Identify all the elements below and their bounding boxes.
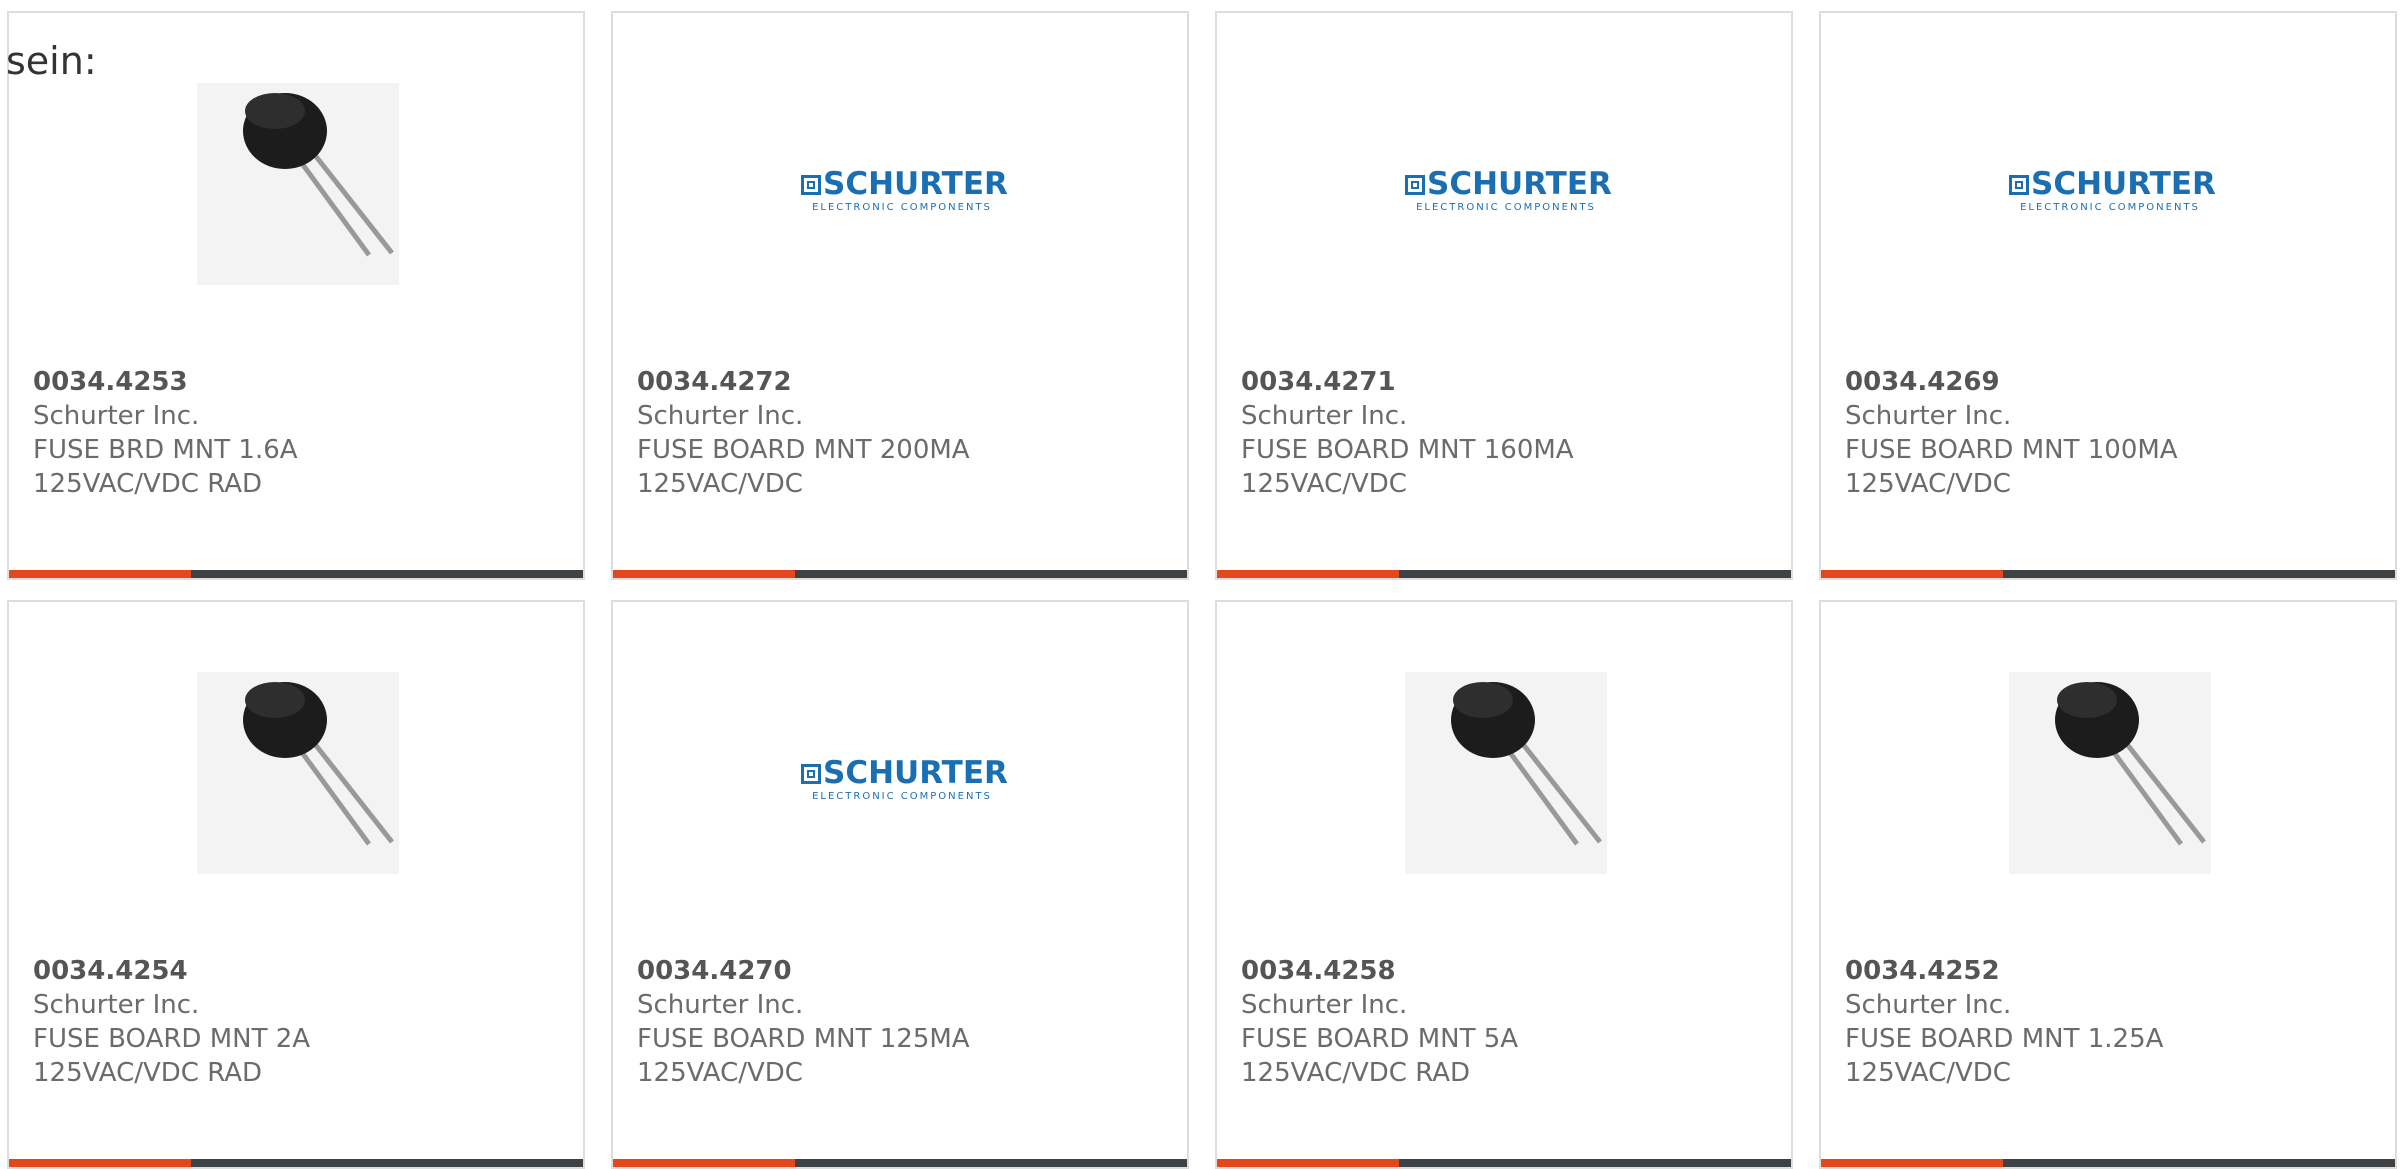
logo-tagline: ELECTRONIC COMPONENTS xyxy=(812,202,992,213)
card-accent xyxy=(1217,1159,1399,1167)
part-number-link[interactable]: 0034.4271 xyxy=(1241,365,1767,399)
card-bottom-bar xyxy=(9,570,583,578)
card-bottom-bar xyxy=(1821,1159,2395,1167)
product-info: 0034.4254 Schurter Inc. FUSE BOARD MNT 2… xyxy=(33,954,559,1090)
product-card[interactable]: 0034.4252 Schurter Inc. FUSE BOARD MNT 1… xyxy=(1819,600,2397,1169)
part-number-link[interactable]: 0034.4269 xyxy=(1845,365,2371,399)
manufacturer: Schurter Inc. xyxy=(1241,990,1408,1020)
schurter-logo: SCHURTER ELECTRONIC COMPONENTS xyxy=(2009,95,2216,213)
description-line-1: FUSE BRD MNT 1.6A xyxy=(33,435,298,465)
description-line-1: FUSE BOARD MNT 100MA xyxy=(1845,435,2178,465)
product-card[interactable]: 0034.4254 Schurter Inc. FUSE BOARD MNT 2… xyxy=(7,600,585,1169)
product-info: 0034.4272 Schurter Inc. FUSE BOARD MNT 2… xyxy=(637,365,1163,501)
logo-wordmark: SCHURTER xyxy=(823,166,1008,202)
product-card[interactable]: 0034.4258 Schurter Inc. FUSE BOARD MNT 5… xyxy=(1215,600,1793,1169)
description-line-1: FUSE BOARD MNT 200MA xyxy=(637,435,970,465)
product-card[interactable]: SCHURTER ELECTRONIC COMPONENTS 0034.4272… xyxy=(611,11,1189,580)
manufacturer: Schurter Inc. xyxy=(33,990,200,1020)
schurter-logo: SCHURTER ELECTRONIC COMPONENTS xyxy=(801,95,1008,213)
schurter-logo: SCHURTER ELECTRONIC COMPONENTS xyxy=(801,684,1008,802)
description-line-1: FUSE BOARD MNT 160MA xyxy=(1241,435,1574,465)
description-line-2: 125VAC/VDC xyxy=(637,1058,803,1088)
description-line-1: FUSE BOARD MNT 2A xyxy=(33,1024,311,1054)
manufacturer: Schurter Inc. xyxy=(1845,990,2012,1020)
card-bottom-bar xyxy=(9,1159,583,1167)
manufacturer: Schurter Inc. xyxy=(1845,401,2012,431)
description-line-2: 125VAC/VDC xyxy=(1845,469,2011,499)
product-info: 0034.4258 Schurter Inc. FUSE BOARD MNT 5… xyxy=(1241,954,1767,1090)
fuse-image xyxy=(1405,672,1607,874)
card-accent xyxy=(1217,570,1399,578)
card-accent xyxy=(1821,570,2003,578)
product-card[interactable]: SCHURTER ELECTRONIC COMPONENTS 0034.4270… xyxy=(611,600,1189,1169)
description-line-2: 125VAC/VDC xyxy=(1845,1058,2011,1088)
card-bottom-bar xyxy=(613,1159,1187,1167)
card-bottom-bar xyxy=(1217,570,1791,578)
logo-tagline: ELECTRONIC COMPONENTS xyxy=(2020,202,2200,213)
description-line-2: 125VAC/VDC xyxy=(1241,469,1407,499)
description-line-1: FUSE BOARD MNT 125MA xyxy=(637,1024,970,1054)
card-bottom-bar xyxy=(613,570,1187,578)
schurter-mark-icon xyxy=(801,764,821,784)
card-bottom-bar xyxy=(1217,1159,1791,1167)
fuse-image xyxy=(197,672,399,874)
description-line-1: FUSE BOARD MNT 1.25A xyxy=(1845,1024,2164,1054)
fuse-image xyxy=(2009,672,2211,874)
logo-tagline: ELECTRONIC COMPONENTS xyxy=(812,791,992,802)
description-line-2: 125VAC/VDC RAD xyxy=(33,469,263,499)
product-grid: 0034.4253 Schurter Inc. FUSE BRD MNT 1.6… xyxy=(0,0,2400,1169)
description-line-2: 125VAC/VDC RAD xyxy=(1241,1058,1471,1088)
fuse-image xyxy=(197,83,399,285)
part-number-link[interactable]: 0034.4253 xyxy=(33,365,559,399)
logo-wordmark: SCHURTER xyxy=(1427,166,1612,202)
product-info: 0034.4252 Schurter Inc. FUSE BOARD MNT 1… xyxy=(1845,954,2371,1090)
logo-tagline: ELECTRONIC COMPONENTS xyxy=(1416,202,1596,213)
card-accent xyxy=(9,570,191,578)
logo-wordmark: SCHURTER xyxy=(2031,166,2216,202)
card-accent xyxy=(613,570,795,578)
description-line-2: 125VAC/VDC RAD xyxy=(33,1058,263,1088)
part-number-link[interactable]: 0034.4252 xyxy=(1845,954,2371,988)
card-accent xyxy=(9,1159,191,1167)
product-info: 0034.4253 Schurter Inc. FUSE BRD MNT 1.6… xyxy=(33,365,559,501)
product-info: 0034.4269 Schurter Inc. FUSE BOARD MNT 1… xyxy=(1845,365,2371,501)
part-number-link[interactable]: 0034.4270 xyxy=(637,954,1163,988)
manufacturer: Schurter Inc. xyxy=(637,990,804,1020)
schurter-mark-icon xyxy=(801,175,821,195)
schurter-mark-icon xyxy=(1405,175,1425,195)
part-number-link[interactable]: 0034.4254 xyxy=(33,954,559,988)
intro-text: sein: xyxy=(6,39,97,83)
card-bottom-bar xyxy=(1821,570,2395,578)
part-number-link[interactable]: 0034.4272 xyxy=(637,365,1163,399)
product-card[interactable]: SCHURTER ELECTRONIC COMPONENTS 0034.4269… xyxy=(1819,11,2397,580)
description-line-1: FUSE BOARD MNT 5A xyxy=(1241,1024,1519,1054)
manufacturer: Schurter Inc. xyxy=(1241,401,1408,431)
manufacturer: Schurter Inc. xyxy=(637,401,804,431)
product-card[interactable]: 0034.4253 Schurter Inc. FUSE BRD MNT 1.6… xyxy=(7,11,585,580)
product-card[interactable]: SCHURTER ELECTRONIC COMPONENTS 0034.4271… xyxy=(1215,11,1793,580)
card-accent xyxy=(613,1159,795,1167)
description-line-2: 125VAC/VDC xyxy=(637,469,803,499)
product-info: 0034.4271 Schurter Inc. FUSE BOARD MNT 1… xyxy=(1241,365,1767,501)
part-number-link[interactable]: 0034.4258 xyxy=(1241,954,1767,988)
card-accent xyxy=(1821,1159,2003,1167)
manufacturer: Schurter Inc. xyxy=(33,401,200,431)
schurter-logo: SCHURTER ELECTRONIC COMPONENTS xyxy=(1405,95,1612,213)
product-info: 0034.4270 Schurter Inc. FUSE BOARD MNT 1… xyxy=(637,954,1163,1090)
logo-wordmark: SCHURTER xyxy=(823,755,1008,791)
schurter-mark-icon xyxy=(2009,175,2029,195)
